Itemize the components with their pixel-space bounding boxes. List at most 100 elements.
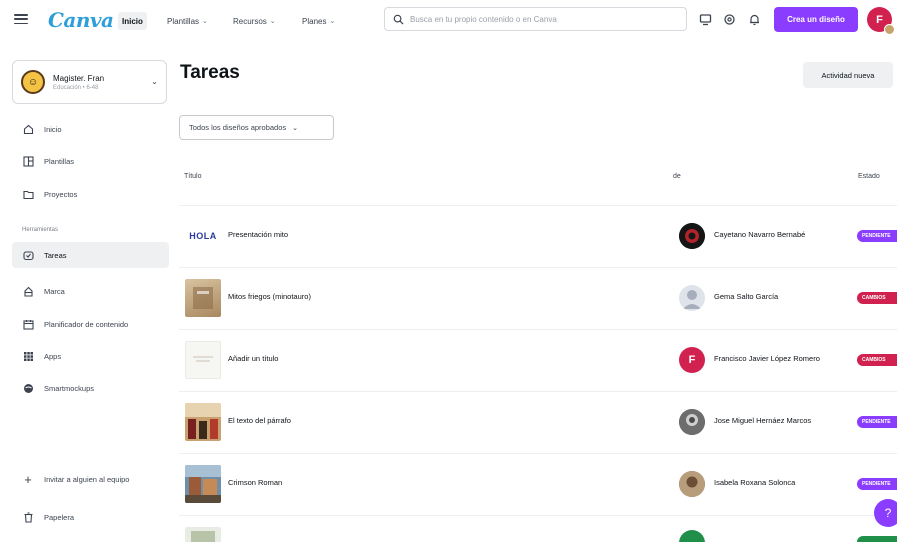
table-row[interactable]: Mitos friegos (minotauro) Gema Salto Gar… [179,267,897,329]
team-badge-icon [884,24,895,35]
create-design-button[interactable]: Crea un diseño [774,7,858,32]
status-badge: PENDIENTE [857,478,897,490]
gear-icon[interactable] [722,12,736,26]
nav-inicio[interactable]: Inicio [118,12,147,30]
sidebar-item-smartmockups[interactable]: Smartmockups [12,375,169,401]
plus-icon: + [24,471,32,487]
design-thumbnail [185,279,221,317]
chevron-down-icon: ⌄ [292,124,299,132]
team-avatar: ☺ [21,70,45,94]
invite-label: Invitar a alguien al equipo [44,474,130,484]
sidebar-item-tareas[interactable]: Tareas [12,242,169,268]
design-thumbnail [185,403,221,441]
design-thumbnail [185,527,221,542]
sidebar-item-papelera[interactable]: Papelera [12,504,169,530]
table-row[interactable]: Crimson Roman Isabela Roxana Solonca PEN… [179,453,897,515]
design-title[interactable]: Mitos friegos (minotauro) [228,292,311,301]
monitor-icon[interactable] [698,12,712,26]
canva-logo[interactable]: Canva [48,8,114,32]
help-button[interactable]: ? [874,499,897,527]
nav-label: Inicio [122,16,143,26]
search-input[interactable] [410,14,670,24]
sidebar-item-label: Marca [44,286,65,296]
sidebar-item-label: Plantillas [44,156,75,166]
sidebar-item-planificador[interactable]: Planificador de contenido [12,311,169,337]
top-bar: Canva Inicio Plantillas ⌄ Recursos ⌄ Plane… [0,0,897,42]
bell-icon[interactable] [747,12,761,26]
sidebar-item-plantillas[interactable]: Plantillas [12,148,169,174]
invite-team-button[interactable]: + Invitar a alguien al equipo [12,466,169,492]
design-title[interactable]: Añadir un título [228,354,278,363]
sidebar-item-proyectos[interactable]: Proyectos [12,181,169,207]
avatar [679,409,705,435]
status-badge: PENDIENTE [857,416,897,428]
sidebar-item-marca[interactable]: Marca [12,278,169,304]
sidebar-item-label: Planificador de contenido [44,319,129,329]
sidebar-item-inicio[interactable]: Inicio [12,116,169,142]
calendar-icon [22,318,34,330]
sidebar-item-label: Inicio [44,124,62,134]
assignee-name: Gema Salto García [714,292,779,301]
design-thumbnail [185,465,221,503]
avatar [679,471,705,497]
brand-icon [22,285,34,297]
chevron-down-icon: ⌄ [202,18,208,25]
avatar [679,223,705,249]
team-name: Magister. Fran [53,73,105,83]
chevron-down-icon: ⌄ [151,77,158,86]
help-icon: ? [884,506,892,520]
design-title[interactable]: El texto del párrafo [228,416,291,425]
menu-icon[interactable] [14,12,28,26]
thumbnail-text: HOLA [189,231,217,241]
design-thumbnail [185,341,221,379]
nav-recursos[interactable]: Recursos ⌄ [229,12,280,30]
sidebar-item-apps[interactable]: Apps [12,343,169,369]
user-avatar[interactable]: F [867,7,895,35]
chevron-down-icon: ⌄ [269,18,276,25]
sidebar-item-label: Proyectos [44,189,78,199]
tasks-icon [22,249,34,261]
status-badge: PENDIENTE [857,230,897,242]
page-title: Tareas [180,62,240,83]
sidebar: ☺ Magister. Fran Educación • 6-48 ⌄ Inic… [0,42,175,542]
status-badge: CAMBIOS [857,292,897,304]
avatar-letter: F [876,13,883,26]
chevron-down-icon: ⌄ [329,18,336,25]
column-header-title[interactable]: Título [184,173,202,180]
design-title[interactable]: Crimson Roman [228,478,282,487]
nav-label: Recursos [233,16,267,26]
avatar [679,285,705,311]
nav-label: Planes [302,16,327,26]
avatar: F [679,347,705,373]
column-header-from[interactable]: de [673,173,681,180]
sidebar-item-label: Tareas [44,250,67,260]
column-header-status[interactable]: Estado [858,173,897,180]
assignee-name: Jose Miguel Hernáez Marcos [714,416,812,425]
nav-label: Plantillas [167,16,200,26]
table-row[interactable]: Añadir un título F Francisco Javier Lópe… [179,329,897,391]
table-row[interactable]: El texto del párrafo Jose Miguel Hernáez… [179,391,897,453]
avatar [679,530,705,542]
team-switcher[interactable]: ☺ Magister. Fran Educación • 6-48 ⌄ [12,60,167,104]
assignee-name: Francisco Javier López Romero [714,354,820,363]
table-row[interactable]: HOLA Presentación mito Cayetano Navarro … [179,205,897,267]
apps-icon [22,350,34,362]
templates-icon [22,155,34,167]
design-thumbnail: HOLA [185,217,221,255]
sidebar-item-label: Apps [44,351,62,361]
design-title[interactable]: Presentación mito [228,230,288,239]
new-activity-button[interactable]: Actividad nueva [803,62,893,88]
sidebar-item-label: Papelera [44,512,75,522]
status-badge: CAMBIOS [857,354,897,366]
search-box[interactable] [384,7,687,31]
table-row[interactable] [179,515,897,542]
assignee-name: Cayetano Navarro Bernabé [714,230,806,239]
assignee-name: Isabela Roxana Solonca [714,478,796,487]
sidebar-item-label: Smartmockups [44,383,95,393]
nav-plantillas[interactable]: Plantillas ⌄ [163,12,212,30]
search-icon [393,14,404,25]
status-badge [857,536,897,542]
home-icon [22,123,34,135]
approved-filter-dropdown[interactable]: Todos los diseños aprobados ⌄ [179,115,334,140]
nav-planes[interactable]: Planes ⌄ [298,12,339,30]
